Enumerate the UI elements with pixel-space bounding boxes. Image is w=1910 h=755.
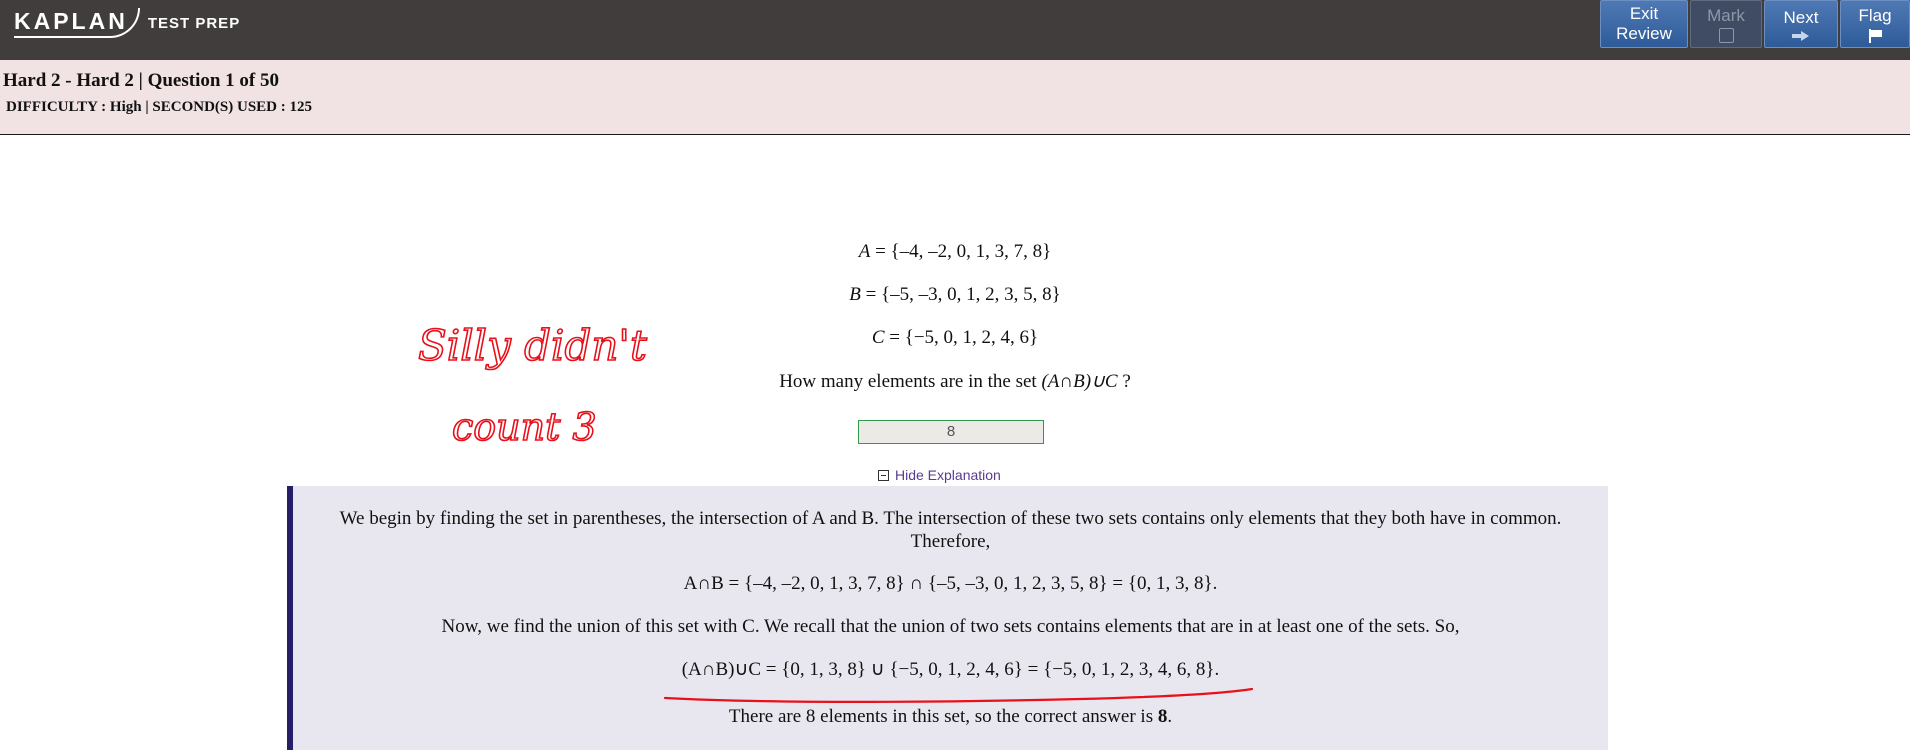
exit-review-button[interactable]: Exit Review [1600,0,1688,48]
hide-explanation-toggle[interactable]: Hide Explanation [878,467,1001,483]
conclusion-end: . [1167,706,1173,727]
seconds-label: | SECOND(S) USED : [141,99,290,115]
prompt-text: How many elements are in the set [779,371,1042,392]
intersection-equation: A∩B = {–4, –2, 0, 1, 3, 7, 8} ∩ {–5, –3,… [683,573,1218,594]
toolbar: Exit Review Mark Next Flag [1600,0,1910,50]
exit-label-line1: Exit [1629,4,1659,23]
set-b-values: = {–5, –3, 0, 1, 2, 3, 5, 8} [860,284,1061,305]
conclusion-text: There are 8 elements in this set, so the… [728,706,1158,727]
seconds-value: 125 [289,99,313,115]
flag-icon [1867,28,1883,43]
question-prompt: How many elements are in the set (A∩B)∪C… [0,370,1910,393]
question-meta: DIFFICULTY : High | SECOND(S) USED : 125 [6,99,312,116]
set-a-values: = {–4, –2, 0, 1, 3, 7, 8} [870,241,1052,262]
set-a-name: A [858,241,871,262]
logo-wordmark: KAPLAN [14,8,140,38]
set-c-name: C [871,327,885,348]
arrow-right-icon [1792,30,1810,41]
mark-button[interactable]: Mark [1690,0,1762,48]
handwritten-note-line2: count 3 [452,405,597,449]
conclusion-line: There are 8 elements in this set, so the… [293,705,1608,729]
exit-label-line2: Review [1616,24,1672,43]
question-title: Hard 2 - Hard 2 | Question 1 of 50 [3,70,279,91]
set-b-definition: B = {–5, –3, 0, 1, 2, 3, 5, 8} [0,284,1910,306]
prompt-expression: (A∩B)∪C [1041,371,1118,392]
handwritten-note: Silly didn't count 3 [417,320,648,450]
next-label: Next [1783,7,1819,27]
set-c-definition: C = {−5, 0, 1, 2, 4, 6} [0,327,1910,349]
top-bar: KAPLAN TEST PREP Exit Review Mark Next F… [0,0,1910,60]
set-b-name: B [849,284,861,305]
handwritten-underline [663,687,1254,703]
explanation-line-1: We begin by finding the set in parenthes… [339,508,1562,529]
question-info-bar: Hard 2 - Hard 2 | Question 1 of 50 DIFFI… [0,60,1910,135]
flag-label: Flag [1858,5,1892,25]
minus-box-icon [878,469,889,481]
union-equation: (A∩B)∪C = {0, 1, 3, 8} ∪ {−5, 0, 1, 2, 4… [681,659,1220,680]
logo-subtitle: TEST PREP [147,14,241,32]
difficulty-value: High [109,99,142,115]
explanation-panel: We begin by finding the set in parenthes… [287,486,1608,750]
explanation-line-2: Therefore, [910,531,991,552]
answer-field[interactable]: 8 [858,420,1044,444]
conclusion-answer: 8 [1157,706,1168,727]
kaplan-logo: KAPLAN TEST PREP [14,6,240,40]
handwritten-note-line1: Silly didn't [418,321,647,370]
set-a-definition: A = {–4, –2, 0, 1, 3, 7, 8} [0,241,1910,263]
next-button[interactable]: Next [1764,0,1838,48]
flag-button[interactable]: Flag [1840,0,1910,48]
difficulty-label: DIFFICULTY : [6,99,110,115]
hide-explanation-label: Hide Explanation [895,467,1001,483]
explanation-line-3: Now, we find the union of this set with … [441,616,1460,637]
set-c-values: = {−5, 0, 1, 2, 4, 6} [884,327,1039,348]
prompt-end: ? [1117,371,1131,392]
mark-checkbox-icon[interactable] [1718,27,1734,43]
mark-label: Mark [1707,5,1745,25]
